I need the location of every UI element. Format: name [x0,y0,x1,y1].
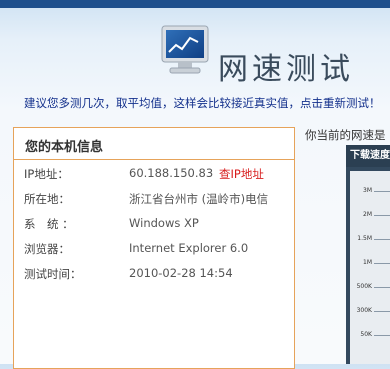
scale-tick-line [374,239,390,240]
scale-tick-line [374,287,390,288]
scale-tick-label: 1.5M [357,235,372,242]
info-heading: 您的本机信息 [25,140,104,155]
scale-tick-label: 50K [360,331,372,338]
browser-value: Internet Explorer 6.0 [129,241,249,255]
retest-tip[interactable]: 建议您多测几次，取平均值，这样会比较接近真实值，点击重新测试！ [24,95,381,111]
lookup-ip-link[interactable]: 查IP地址 [219,166,264,182]
location-value: 浙江省台州市 (温岭市)电信 [129,192,269,206]
scale-tick-line [374,191,390,192]
os-value: Windows XP [129,216,199,230]
local-info-panel: 您的本机信息 IP地址： 60.188.150.83 查IP地址 所在地： 浙江… [13,127,295,369]
ip-value: 60.188.150.83 [129,166,214,180]
location-label: 所在地： [24,192,70,206]
scale-tick-label: 300K [356,307,372,314]
speedtest-monitor-icon [161,25,209,74]
gauge-scale: 3M 2M 1.5M 1M 500K 300K 50K [350,171,390,364]
current-speed-label: 你当前的网速是 [305,128,386,142]
ip-label: IP地址： [24,167,69,181]
os-label: 系 统 ： [24,217,74,231]
top-bar [0,0,390,8]
time-label: 测试时间： [24,267,82,281]
scale-tick-label: 500K [356,283,372,290]
scale-tick-line [374,335,390,336]
browser-label: 浏览器： [24,242,70,256]
download-speed-gauge: 下载速度 3M 2M 1.5M 1M 500K 300K 50K [346,145,390,364]
scale-tick-line [374,263,390,264]
scale-tick-label: 1M [363,259,372,266]
scale-tick-line [374,311,390,312]
time-value: 2010-02-28 14:54 [129,266,233,280]
info-divider [14,159,294,160]
page-title: 网速测试 [218,52,354,87]
scale-tick-label: 2M [363,211,372,218]
gauge-title: 下载速度 [346,145,390,167]
scale-tick-line [374,215,390,216]
scale-tick-label: 3M [363,187,372,194]
